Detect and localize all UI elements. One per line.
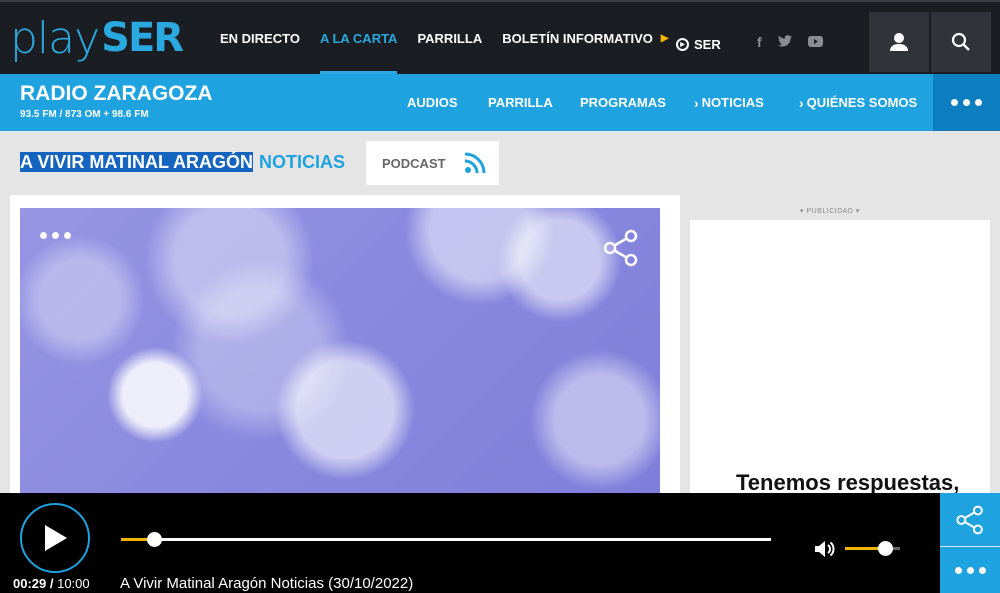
podcast-button[interactable]: PODCAST: [366, 141, 499, 185]
episode-image[interactable]: [20, 208, 660, 508]
ser-link[interactable]: ▶ SER: [676, 37, 721, 52]
more-dot: [64, 232, 71, 239]
social-links: f: [757, 34, 839, 50]
more-dot: [978, 566, 986, 574]
twitter-icon[interactable]: [777, 34, 792, 50]
more-dot: [966, 566, 974, 574]
publicidad-label: ▾ PUBLICIDAD ▾: [800, 208, 860, 215]
play-triangle-icon: ▶: [660, 32, 669, 44]
station-nav-parrilla[interactable]: PARRILLA: [488, 95, 580, 110]
playser-logo[interactable]: play SER: [10, 12, 184, 64]
nav-boletin-informativo[interactable]: BOLETÍN INFORMATIVO ▶: [502, 2, 668, 74]
station-nav-programas[interactable]: PROGRAMAS: [580, 95, 694, 110]
progress-track[interactable]: [121, 538, 771, 541]
ser-link-label: SER: [694, 37, 721, 52]
play-button[interactable]: [20, 503, 90, 573]
station-nav-quienes-label: QUIÉNES SOMOS: [806, 95, 918, 110]
station-bar: RADIO ZARAGOZA 93.5 FM / 873 OM + 98.6 F…: [0, 74, 1000, 131]
logo-ser-text: SER: [101, 15, 184, 61]
main-nav: EN DIRECTO A LA CARTA PARRILLA BOLETÍN I…: [220, 2, 689, 74]
episode-options-button[interactable]: [40, 232, 71, 239]
search-button[interactable]: [931, 12, 991, 72]
share-icon: [603, 229, 638, 267]
more-dots-icon: [951, 99, 958, 106]
nav-boletin-label: BOLETÍN INFORMATIVO: [502, 30, 653, 46]
station-nav-quienes-somos[interactable]: › QUIÉNES SOMOS: [799, 95, 917, 111]
play-icon: [45, 525, 67, 551]
rss-icon: [464, 152, 486, 174]
play-circle-icon: ▶: [676, 38, 689, 51]
program-name[interactable]: A VIVIR MATINAL ARAGÓN: [20, 152, 253, 172]
current-time: 00:29: [13, 576, 47, 591]
podcast-label: PODCAST: [382, 155, 446, 171]
facebook-icon[interactable]: f: [757, 34, 762, 50]
user-icon: [890, 33, 908, 51]
program-title: A VIVIR MATINAL ARAGÓN NOTICIAS: [20, 152, 345, 173]
player-share-button[interactable]: [940, 493, 1000, 546]
more-dots-icon: [40, 232, 47, 239]
station-nav-noticias-label: NOTICIAS: [701, 95, 764, 110]
nav-a-la-carta[interactable]: A LA CARTA: [319, 2, 397, 74]
nav-en-directo[interactable]: EN DIRECTO: [220, 2, 300, 74]
program-section[interactable]: NOTICIAS: [259, 152, 345, 172]
volume-icon: [815, 541, 835, 557]
more-dot: [975, 99, 982, 106]
progress-handle[interactable]: [146, 532, 162, 547]
station-nav-noticias[interactable]: › NOTICIAS: [694, 95, 799, 111]
chevron-right-icon: ›: [799, 94, 804, 111]
station-nav: AUDIOS PARRILLA PROGRAMAS › NOTICIAS › QUI…: [407, 74, 917, 131]
player-more-button[interactable]: [940, 547, 1000, 593]
share-button[interactable]: [602, 229, 640, 272]
share-icon: [956, 505, 983, 534]
user-button[interactable]: [869, 12, 929, 72]
station-nav-audios[interactable]: AUDIOS: [407, 95, 488, 110]
search-icon: [951, 32, 970, 51]
top-bar: play SER EN DIRECTO A LA CARTA PARRILLA B…: [0, 0, 1000, 74]
publicidad-text: PUBLICIDAD: [806, 208, 854, 215]
station-frequencies: 93.5 FM / 873 OM + 98.6 FM: [20, 109, 149, 120]
more-menu-button[interactable]: [933, 74, 1000, 131]
now-playing-title: A Vivir Matinal Aragón Noticias (30/10/2…: [120, 575, 414, 592]
more-dot: [52, 232, 59, 239]
total-time: 10:00: [57, 576, 90, 591]
more-dot: [963, 99, 970, 106]
volume-button[interactable]: [814, 539, 836, 564]
more-dots-icon: [954, 566, 962, 574]
youtube-icon[interactable]: [807, 34, 823, 50]
advertisement[interactable]: [690, 220, 990, 510]
station-name[interactable]: RADIO ZARAGOZA: [20, 82, 213, 106]
player-time: 00:29 / 10:00: [13, 576, 90, 591]
chevron-right-icon: ›: [694, 94, 699, 111]
logo-play-text: play: [10, 12, 100, 64]
nav-parrilla[interactable]: PARRILLA: [417, 2, 482, 74]
